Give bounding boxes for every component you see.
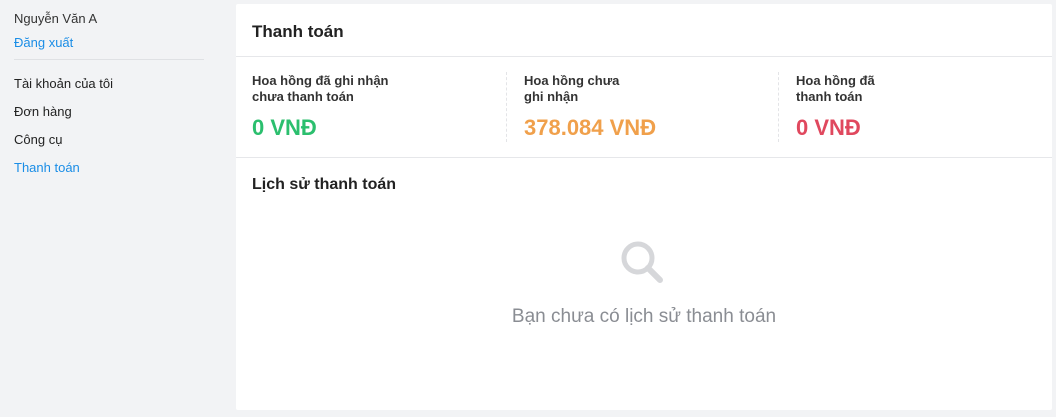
stat-label: Hoa hồng chưa ghi nhận <box>524 73 620 104</box>
main-panel: Thanh toán Hoa hồng đã ghi nhận chưa tha… <box>236 4 1052 410</box>
sidebar-item-tools[interactable]: Công cụ <box>14 132 113 160</box>
stat-label: Hoa hồng đã ghi nhận chưa thanh toán <box>252 73 389 104</box>
title-divider <box>236 56 1052 57</box>
stat-paid: Hoa hồng đã thanh toán 0 VNĐ <box>796 73 1036 141</box>
search-icon <box>621 241 663 283</box>
stat-recorded-unpaid: Hoa hồng đã ghi nhận chưa thanh toán 0 V… <box>252 73 492 141</box>
user-name: Nguyễn Văn A <box>14 11 98 26</box>
stat-label: Hoa hồng đã thanh toán <box>796 73 875 104</box>
history-title: Lịch sử thanh toán <box>252 176 397 193</box>
logout-link[interactable]: Đăng xuất <box>14 35 73 50</box>
stat-separator <box>778 72 779 142</box>
stat-unrecorded: Hoa hồng chưa ghi nhận 378.084 VNĐ <box>524 73 764 141</box>
sidebar-divider <box>14 59 204 60</box>
sidebar-nav: Tài khoản của tôi Đơn hàng Công cụ Thanh… <box>14 76 113 188</box>
sidebar-item-my-account[interactable]: Tài khoản của tôi <box>14 76 113 104</box>
stats-divider <box>236 157 1052 158</box>
page-title: Thanh toán <box>252 22 344 41</box>
sidebar-item-orders[interactable]: Đơn hàng <box>14 104 113 132</box>
empty-state-text: Bạn chưa có lịch sử thanh toán <box>511 306 777 327</box>
stat-separator <box>506 72 507 142</box>
sidebar: Nguyễn Văn A Đăng xuất Tài khoản của tôi… <box>0 0 222 417</box>
sidebar-item-payment[interactable]: Thanh toán <box>14 160 113 188</box>
stat-value: 0 VNĐ <box>796 115 861 140</box>
stat-value: 378.084 VNĐ <box>524 115 657 140</box>
stat-value: 0 VNĐ <box>252 115 317 140</box>
